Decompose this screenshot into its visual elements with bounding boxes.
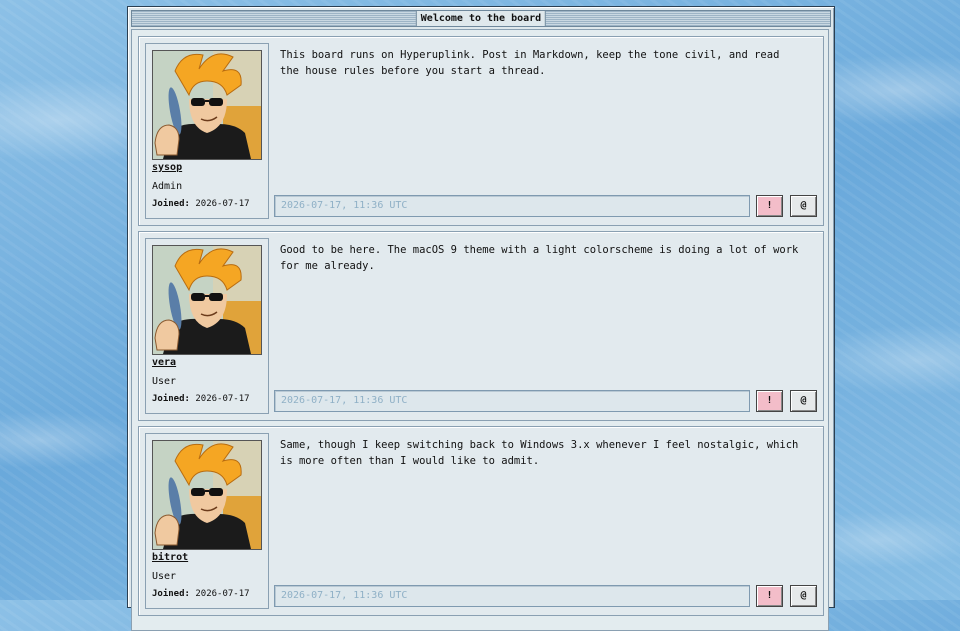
joined-label: Joined: [152,199,190,209]
user-role: Admin [152,181,183,192]
avatar-image [153,441,261,549]
board-window: Welcome to the board sysop Admin Joined:… [127,6,835,631]
post-meta-bar: 2026-07-17, 11:36 UTC [274,585,750,607]
mention-button[interactable]: @ [790,390,817,412]
report-button[interactable]: ! [756,585,783,607]
username-link[interactable]: sysop [152,162,182,173]
avatar [152,50,262,160]
post-card: vera User Joined: 2026-07-17 Good to be … [138,231,824,421]
joined-date: 2026-07-17 [195,589,250,599]
post-body: Same, though I keep switching back to Wi… [280,439,799,467]
post-timestamp: 2026-07-17, 11:36 UTC [281,395,408,406]
mention-button[interactable]: @ [790,585,817,607]
joined-info: Joined: 2026-07-17 [152,589,250,599]
post-card: bitrot User Joined: 2026-07-17 Same, tho… [138,426,824,616]
username-link[interactable]: vera [152,357,176,368]
user-panel: sysop Admin Joined: 2026-07-17 [145,43,269,219]
joined-info: Joined: 2026-07-17 [152,199,250,209]
joined-date: 2026-07-17 [195,199,250,209]
joined-date: 2026-07-17 [195,394,250,404]
title-bar[interactable]: Welcome to the board [131,10,831,27]
avatar-image [153,246,261,354]
avatar [152,245,262,355]
user-panel: vera User Joined: 2026-07-17 [145,238,269,414]
avatar [152,440,262,550]
window-title: Welcome to the board [415,11,547,26]
joined-label: Joined: [152,589,190,599]
mention-button[interactable]: @ [790,195,817,217]
post-meta-bar: 2026-07-17, 11:36 UTC [274,390,750,412]
post-body: This board runs on Hyperuplink. Post in … [280,49,780,77]
posts-frame: sysop Admin Joined: 2026-07-17 This boar… [131,29,829,631]
joined-info: Joined: 2026-07-17 [152,394,250,404]
joined-label: Joined: [152,394,190,404]
avatar-image [153,51,261,159]
user-panel: bitrot User Joined: 2026-07-17 [145,433,269,609]
user-role: User [152,571,177,582]
post-meta-bar: 2026-07-17, 11:36 UTC [274,195,750,217]
report-button[interactable]: ! [756,390,783,412]
post-timestamp: 2026-07-17, 11:36 UTC [281,200,408,211]
post-body: Good to be here. The macOS 9 theme with … [280,244,799,272]
user-role: User [152,376,177,387]
post-timestamp: 2026-07-17, 11:36 UTC [281,590,408,601]
post-card: sysop Admin Joined: 2026-07-17 This boar… [138,36,824,226]
report-button[interactable]: ! [756,195,783,217]
username-link[interactable]: bitrot [152,552,188,563]
